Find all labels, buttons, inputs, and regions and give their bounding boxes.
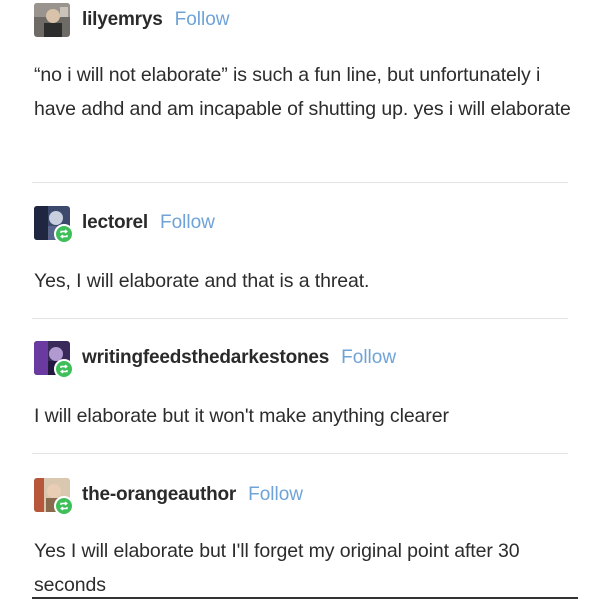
follow-button[interactable]: Follow — [160, 212, 215, 234]
divider — [32, 597, 578, 599]
reblog-icon — [54, 359, 74, 379]
reblog-icon — [54, 496, 74, 516]
username[interactable]: lectorel — [82, 212, 148, 234]
post-header: writingfeedsthedarkestones Follow — [34, 340, 396, 379]
follow-button[interactable]: Follow — [248, 484, 303, 506]
post-text: “no i will not elaborate” is such a fun … — [34, 64, 571, 120]
avatar[interactable] — [34, 3, 70, 37]
username[interactable]: lilyemrys — [82, 9, 163, 31]
divider — [32, 318, 568, 319]
avatar[interactable] — [34, 341, 74, 379]
divider — [32, 182, 568, 183]
post-header: lectorel Follow — [34, 205, 215, 244]
divider — [32, 453, 568, 454]
avatar[interactable] — [34, 478, 74, 516]
avatar-photo-icon — [34, 3, 70, 37]
post-text: I will elaborate but it won't make anyth… — [34, 405, 449, 427]
username[interactable]: writingfeedsthedarkestones — [82, 347, 329, 369]
post-header: lilyemrys Follow — [34, 2, 230, 38]
follow-button[interactable]: Follow — [341, 347, 396, 369]
post-text: Yes I will elaborate but I'll forget my … — [34, 540, 520, 596]
reblog-icon — [54, 224, 74, 244]
avatar[interactable] — [34, 206, 74, 244]
follow-button[interactable]: Follow — [175, 9, 230, 31]
post-text: Yes, I will elaborate and that is a thre… — [34, 270, 370, 292]
username[interactable]: the-orangeauthor — [82, 484, 236, 506]
post-header: the-orangeauthor Follow — [34, 477, 303, 516]
